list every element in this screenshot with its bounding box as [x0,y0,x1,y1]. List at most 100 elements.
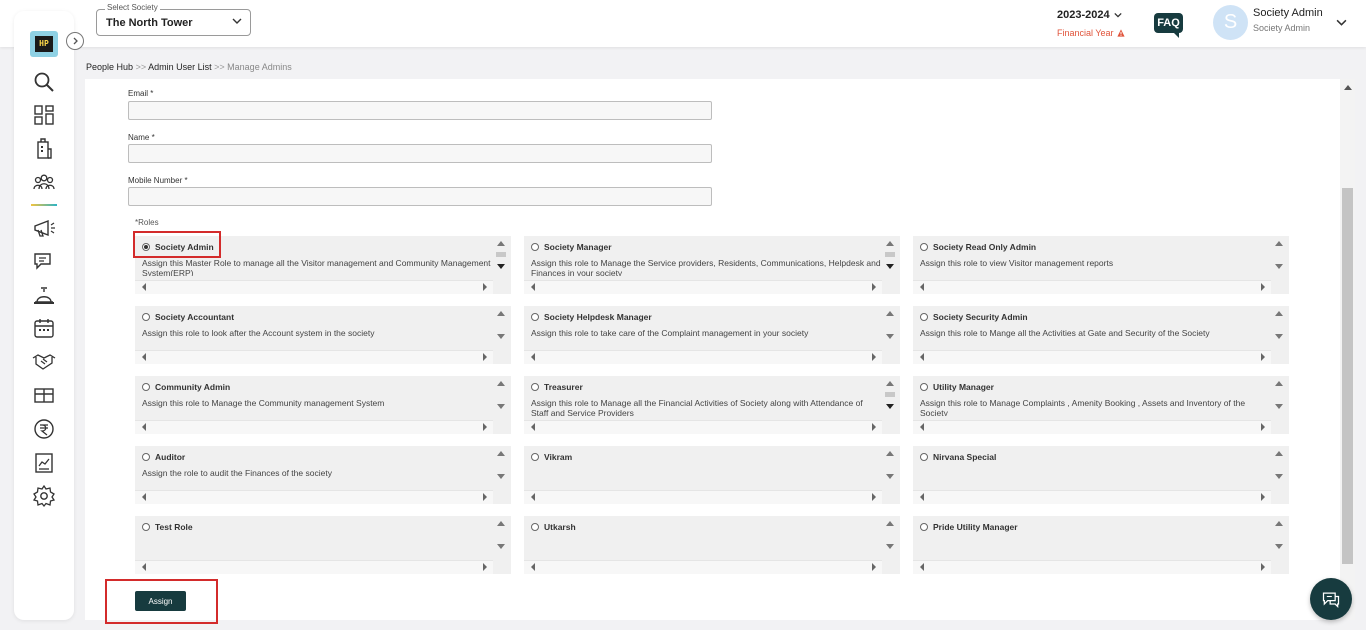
calendar-icon[interactable] [32,316,56,340]
role-horizontal-scrollbar[interactable] [135,490,493,504]
role-card[interactable]: Society Manager Assign this role to Manag… [524,236,900,294]
scroll-up-arrow-icon[interactable] [497,241,505,246]
role-horizontal-scrollbar[interactable] [135,420,493,434]
role-vertical-scrollbar[interactable] [493,306,511,350]
role-vertical-scrollbar[interactable] [493,516,511,560]
scroll-right-arrow-icon[interactable] [483,423,487,431]
role-card[interactable]: Pride Utility Manager [913,516,1289,574]
service-bell-icon[interactable] [32,283,56,307]
role-horizontal-scrollbar[interactable] [524,280,882,294]
role-radio[interactable] [531,383,539,391]
financial-year-selector[interactable]: 2023-2024 Financial Year [1057,9,1125,38]
scroll-down-arrow-icon[interactable] [497,334,505,339]
scroll-thumb[interactable] [885,392,895,397]
scroll-left-arrow-icon[interactable] [142,563,146,571]
role-radio[interactable] [142,523,150,531]
role-radio[interactable] [920,523,928,531]
role-radio[interactable] [920,453,928,461]
scroll-right-arrow-icon[interactable] [483,353,487,361]
app-logo[interactable]: HP [30,31,58,57]
role-vertical-scrollbar[interactable] [493,376,511,420]
scroll-down-arrow-icon[interactable] [886,544,894,549]
role-option[interactable]: Nirvana Special [920,452,996,462]
role-option[interactable]: Utility Manager [920,382,994,392]
role-horizontal-scrollbar[interactable] [524,420,882,434]
scroll-left-arrow-icon[interactable] [142,423,146,431]
role-vertical-scrollbar[interactable] [1271,236,1289,280]
scroll-down-arrow-icon[interactable] [886,264,894,269]
scroll-left-arrow-icon[interactable] [531,423,535,431]
scroll-left-arrow-icon[interactable] [920,353,924,361]
role-option[interactable]: Society Helpdesk Manager [531,312,652,322]
chevron-down-icon[interactable] [1336,17,1347,28]
role-vertical-scrollbar[interactable] [1271,446,1289,490]
scroll-up-arrow-icon[interactable] [497,381,505,386]
scroll-right-arrow-icon[interactable] [872,563,876,571]
scroll-right-arrow-icon[interactable] [483,493,487,501]
chat-icon[interactable] [32,249,56,273]
scroll-up-arrow-icon[interactable] [1275,241,1283,246]
breadcrumb-admin-user-list[interactable]: Admin User List [148,62,212,72]
role-horizontal-scrollbar[interactable] [135,350,493,364]
scroll-down-arrow-icon[interactable] [886,474,894,479]
role-radio[interactable] [531,453,539,461]
scroll-left-arrow-icon[interactable] [920,423,924,431]
role-option[interactable]: Community Admin [142,382,230,392]
role-card[interactable]: Utkarsh [524,516,900,574]
building-icon[interactable] [32,137,56,161]
role-horizontal-scrollbar[interactable] [913,280,1271,294]
role-vertical-scrollbar[interactable] [882,306,900,350]
role-card[interactable]: Society Read Only Admin Assign this role … [913,236,1289,294]
scroll-left-arrow-icon[interactable] [531,353,535,361]
role-card[interactable]: Test Role [135,516,511,574]
role-option[interactable]: Test Role [142,522,193,532]
scroll-up-arrow-icon[interactable] [1344,85,1352,90]
role-card[interactable]: Society Security Admin Assign this role t… [913,306,1289,364]
scroll-left-arrow-icon[interactable] [142,283,146,291]
role-option[interactable]: Auditor [142,452,185,462]
scroll-left-arrow-icon[interactable] [531,493,535,501]
role-vertical-scrollbar[interactable] [1271,376,1289,420]
role-card[interactable]: Society Accountant Assign this role to lo… [135,306,511,364]
scroll-left-arrow-icon[interactable] [920,283,924,291]
role-vertical-scrollbar[interactable] [1271,306,1289,350]
role-horizontal-scrollbar[interactable] [135,280,493,294]
faq-button[interactable]: FAQ [1154,13,1183,38]
role-card[interactable]: Treasurer Assign this role to Manage all … [524,376,900,434]
role-radio[interactable] [531,243,539,251]
role-radio[interactable] [142,313,150,321]
role-option[interactable]: Utkarsh [531,522,576,532]
role-vertical-scrollbar[interactable] [1271,516,1289,560]
scroll-down-arrow-icon[interactable] [497,264,505,269]
scroll-thumb[interactable] [496,252,506,257]
scroll-right-arrow-icon[interactable] [872,423,876,431]
role-horizontal-scrollbar[interactable] [913,350,1271,364]
scroll-up-arrow-icon[interactable] [497,521,505,526]
report-icon[interactable] [32,451,56,475]
role-horizontal-scrollbar[interactable] [913,420,1271,434]
role-card[interactable]: Auditor Assign the role to audit the Fina… [135,446,511,504]
role-horizontal-scrollbar[interactable] [524,490,882,504]
scroll-left-arrow-icon[interactable] [531,563,535,571]
role-option[interactable]: Treasurer [531,382,583,392]
role-card[interactable]: Vikram [524,446,900,504]
role-vertical-scrollbar[interactable] [882,446,900,490]
role-card[interactable]: Community Admin Assign this role to Manag… [135,376,511,434]
scroll-down-arrow-icon[interactable] [497,404,505,409]
scroll-right-arrow-icon[interactable] [1261,563,1265,571]
scroll-down-arrow-icon[interactable] [1275,404,1283,409]
scroll-up-arrow-icon[interactable] [1275,521,1283,526]
avatar[interactable]: S [1213,5,1248,40]
sidebar-expand-button[interactable] [66,32,84,50]
assign-button[interactable]: Assign [135,591,186,611]
scroll-right-arrow-icon[interactable] [872,353,876,361]
role-option[interactable]: Society Accountant [142,312,234,322]
scroll-left-arrow-icon[interactable] [920,493,924,501]
role-horizontal-scrollbar[interactable] [913,490,1271,504]
scroll-right-arrow-icon[interactable] [872,283,876,291]
scroll-up-arrow-icon[interactable] [886,311,894,316]
role-horizontal-scrollbar[interactable] [524,350,882,364]
mobile-number-field[interactable] [128,187,712,206]
role-vertical-scrollbar[interactable] [882,236,900,280]
scroll-down-arrow-icon[interactable] [1275,264,1283,269]
